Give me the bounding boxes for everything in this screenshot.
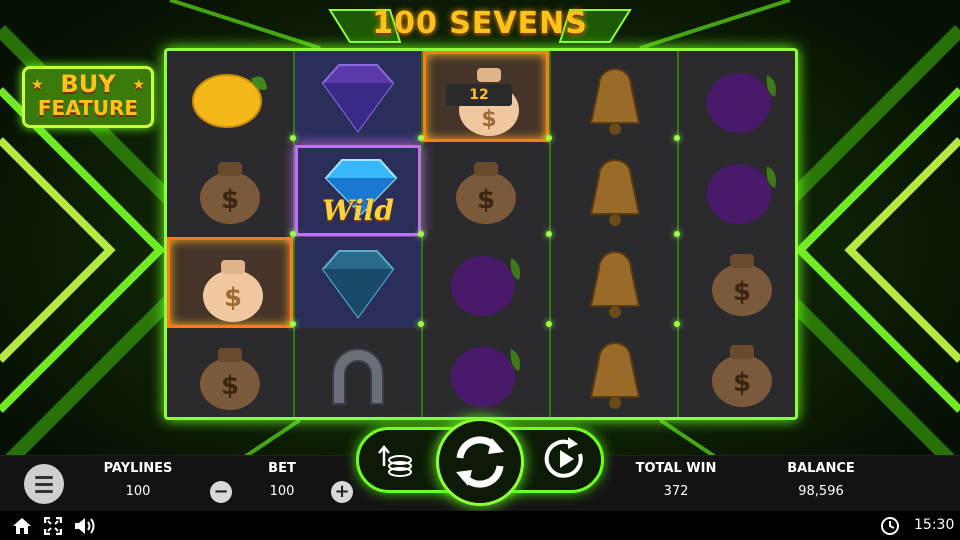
reel-1: $ $ $: [167, 51, 293, 417]
spin-button[interactable]: [436, 418, 524, 506]
menu-icon: [35, 490, 53, 493]
payline-dot: [674, 135, 680, 141]
bell-icon: [589, 251, 641, 318]
payline-dot: [674, 231, 680, 237]
diamond-icon: [321, 64, 395, 133]
svg-text:$: $: [224, 283, 242, 313]
plum-icon: [451, 256, 520, 316]
symbol-money-bag: $: [167, 328, 293, 419]
symbol-diamond: [295, 51, 421, 142]
total-win-value: 372: [663, 484, 689, 499]
symbol-money-bag-highlighted: $: [167, 237, 293, 328]
paylines-value: 100: [125, 484, 151, 499]
symbol-plum: [679, 142, 805, 233]
symbol-lemon: [167, 51, 293, 142]
payline-dot: [418, 231, 424, 237]
bet-label: BET: [268, 461, 296, 476]
svg-text:$: $: [733, 277, 751, 307]
clock-icon: [881, 517, 899, 535]
horseshoe-icon: [332, 348, 384, 405]
symbol-money-bag: $: [679, 234, 805, 325]
money-bag-icon: $: [456, 162, 516, 224]
fullscreen-icon[interactable]: [44, 517, 62, 535]
payline-dot: [546, 321, 552, 327]
menu-icon: [35, 476, 53, 479]
symbol-diamond: [295, 237, 421, 328]
symbol-money-bag: $: [679, 325, 805, 416]
symbol-bell: [551, 325, 677, 416]
payline-dot: [546, 135, 552, 141]
reel-3: $ 12 $: [423, 51, 549, 417]
symbol-bell: [551, 51, 677, 142]
reel-5: $ $: [679, 51, 805, 417]
payline-dot: [290, 135, 296, 141]
star-icon: ★: [31, 77, 44, 93]
star-icon: ★: [132, 77, 145, 93]
buy-feature-label-2: FEATURE: [37, 96, 139, 120]
paylines-label: PAYLINES: [103, 461, 173, 476]
spin-arrows-icon: [456, 436, 504, 488]
autoplay-icon: [544, 437, 583, 478]
symbol-money-bag: $: [423, 142, 549, 233]
reel-4: [551, 51, 677, 417]
symbol-plum: [679, 51, 805, 142]
win-amount-badge: 12: [446, 84, 512, 106]
home-icon[interactable]: [12, 517, 32, 535]
autoplay-button[interactable]: [540, 434, 590, 484]
bet-settings-button[interactable]: [372, 436, 420, 484]
payline-dot: [418, 321, 424, 327]
svg-text:$: $: [733, 368, 751, 398]
bet-decrease-button[interactable]: −: [210, 481, 232, 503]
menu-button[interactable]: [24, 464, 64, 504]
payline-dot: [418, 135, 424, 141]
status-bar: [0, 511, 960, 540]
bet-value: 100: [269, 484, 295, 499]
payline-dot: [290, 321, 296, 327]
payline-dot: [546, 231, 552, 237]
reel-board: $ $ $ Wild $ 12 $ $ $: [164, 48, 798, 420]
balance-value: 98,596: [798, 484, 844, 499]
symbol-money-bag-highlighted: $ 12: [423, 51, 549, 142]
balance-label: BALANCE: [787, 461, 855, 476]
symbol-horseshoe: [295, 328, 421, 419]
game-title: 100 SEVENS: [372, 6, 588, 41]
payline-dot: [674, 321, 680, 327]
bell-icon: [589, 68, 641, 135]
money-bag-icon: $: [203, 260, 263, 322]
symbol-bell: [551, 234, 677, 325]
bell-icon: [589, 342, 641, 409]
money-bag-icon: $: [712, 345, 772, 407]
lemon-icon: [192, 74, 267, 128]
svg-text:$: $: [477, 185, 495, 215]
clock-time: 15:30: [914, 517, 955, 533]
svg-text:$: $: [221, 185, 239, 215]
symbol-wild: Wild: [295, 145, 421, 236]
diamond-icon: [321, 250, 395, 319]
symbol-plum: [423, 234, 549, 325]
symbol-plum: [423, 325, 549, 416]
sound-icon[interactable]: [74, 517, 96, 535]
buy-feature-button[interactable]: ★ ★ BUY FEATURE: [22, 66, 154, 128]
symbol-money-bag: $: [167, 142, 293, 233]
bet-increase-button[interactable]: +: [331, 481, 353, 503]
total-win-label: TOTAL WIN: [635, 461, 717, 476]
symbol-bell: [551, 142, 677, 233]
svg-text:$: $: [481, 107, 496, 132]
payline-dot: [290, 231, 296, 237]
money-bag-icon: $: [712, 254, 772, 316]
reel-2: Wild: [295, 51, 421, 417]
bell-icon: [589, 159, 641, 226]
plum-icon: [707, 73, 776, 133]
svg-text:$: $: [221, 371, 239, 401]
wild-label: Wild: [322, 194, 394, 227]
menu-icon: [35, 483, 53, 486]
game-title-banner: 100 SEVENS: [320, 2, 640, 48]
plum-icon: [451, 347, 520, 407]
coin-stack-icon: [378, 445, 412, 477]
money-bag-icon: $: [200, 162, 260, 224]
plum-icon: [707, 164, 776, 224]
money-bag-icon: $: [200, 348, 260, 410]
